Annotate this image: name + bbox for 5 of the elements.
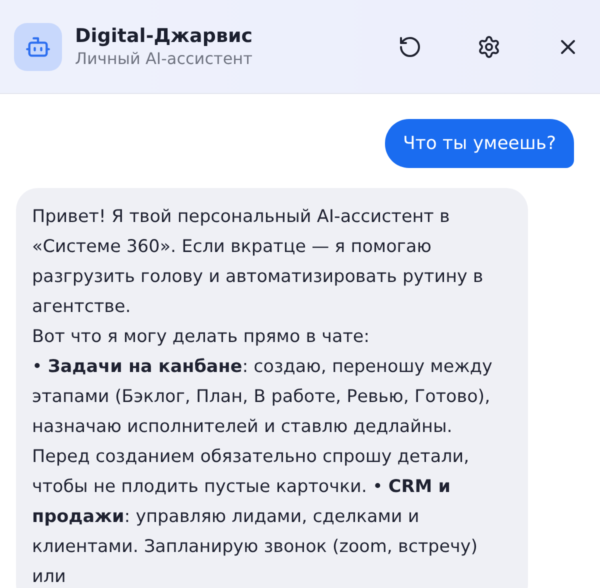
user-message: Что ты умеешь? [385,119,574,168]
assistant-name: Digital-Джарвис [75,25,254,47]
assistant-message: Привет! Я твой персональный AI-ассистент в «Системе 360». Если вкратце — я помогаю разгрузить голову и автоматизировать рутину в агентстве. Вот что я могу делать прямо в чате: • Задачи на канбане: создаю, переношу между этапами (Бэклог, План, В работе, Ревью, Готово), назначаю исполнителей и ставлю дедлайны. Перед созданием обязательно спрошу детали, чтобы не плодить пустые карточки. • CRM и продажи: управляю лидами, сделками и клиентами. Запланирую звонок (zoom, встречу) или [16,188,528,588]
robot-icon [14,22,62,70]
assistant-subtitle: Личный AI-ассистент [75,49,254,68]
